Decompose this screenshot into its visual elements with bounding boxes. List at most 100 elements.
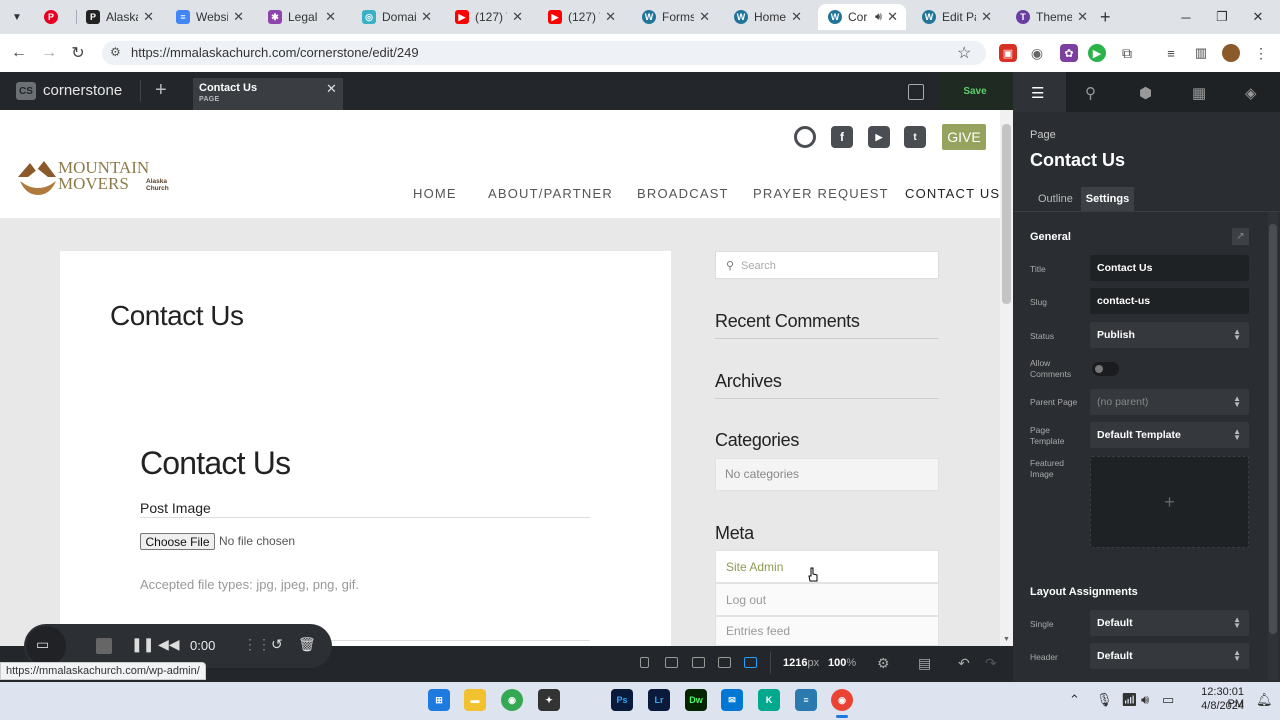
rewind-icon[interactable]: ◀◀ bbox=[158, 636, 180, 653]
url-text[interactable]: https://mmalaskachurch.com/cornerstone/e… bbox=[131, 45, 419, 60]
twitter-icon[interactable]: t bbox=[904, 126, 926, 148]
speaker-icon[interactable]: 🔊︎ bbox=[875, 11, 882, 24]
nav-broadcast[interactable]: BROADCAST bbox=[637, 186, 729, 201]
close-icon[interactable]: ✕ bbox=[605, 9, 616, 25]
tab-settings[interactable]: Settings bbox=[1081, 187, 1134, 211]
parent-page-select[interactable]: (no parent) ▲ ▼ bbox=[1090, 389, 1249, 415]
undo-icon[interactable]: ↶ bbox=[958, 655, 970, 672]
add-icon[interactable]: + bbox=[155, 79, 167, 102]
tablet-icon[interactable] bbox=[692, 657, 705, 668]
window-close-button[interactable]: ✕ bbox=[1242, 6, 1274, 28]
give-button[interactable]: GIVE bbox=[942, 124, 986, 150]
file-explorer-icon[interactable]: ▬ bbox=[464, 689, 486, 711]
extension-icon[interactable]: ▶ bbox=[1088, 44, 1106, 62]
close-icon[interactable]: ✕ bbox=[143, 9, 154, 25]
browser-tab[interactable]: W Home - ✕ bbox=[724, 4, 810, 30]
external-link-icon[interactable] bbox=[908, 84, 924, 100]
menu-icon[interactable]: ⋮ bbox=[1252, 44, 1270, 62]
stack-icon[interactable]: ◈ bbox=[1245, 84, 1257, 102]
sidebar-icon[interactable]: ▥ bbox=[1192, 44, 1210, 62]
search-icon[interactable]: ⚲ bbox=[1085, 84, 1096, 102]
forward-button[interactable]: → bbox=[38, 42, 60, 64]
photoshop-icon[interactable]: Ps bbox=[611, 689, 633, 711]
microphone-icon[interactable]: 🎙︎ bbox=[1096, 692, 1113, 708]
elements-cube-icon[interactable]: ⬢ bbox=[1139, 84, 1152, 102]
close-icon[interactable]: ✕ bbox=[699, 9, 710, 25]
browser-tab-active[interactable]: W Cor 🔊︎ ✕ bbox=[818, 4, 906, 30]
youtube-icon[interactable]: ▶ bbox=[868, 126, 890, 148]
close-icon[interactable]: ✕ bbox=[1077, 9, 1088, 25]
browser-tab[interactable]: ✱ Legal A ✕ bbox=[258, 4, 344, 30]
redo-icon[interactable]: ↷ bbox=[985, 655, 997, 672]
chevron-up-icon[interactable]: ⌃ bbox=[1069, 692, 1080, 708]
save-button[interactable]: Save bbox=[937, 72, 1013, 110]
trash-icon[interactable]: 🗑︎ bbox=[298, 636, 316, 653]
browser-tab[interactable]: ▶ (127) Tr ✕ bbox=[445, 4, 531, 30]
reload-button[interactable]: ↻ bbox=[67, 42, 89, 64]
browser-tab[interactable]: P Alaska C ✕ bbox=[76, 4, 162, 30]
zoom-level[interactable]: 100% bbox=[828, 657, 856, 669]
dreamweaver-icon[interactable]: Dw bbox=[685, 689, 707, 711]
nav-prayer-request[interactable]: PRAYER REQUEST bbox=[753, 186, 889, 201]
browser-tab[interactable]: T Theme ✕ bbox=[1006, 4, 1096, 30]
nav-about-partner[interactable]: ABOUT/PARTNER bbox=[488, 186, 613, 201]
scrollbar-thumb[interactable] bbox=[1002, 124, 1011, 304]
single-select[interactable]: Default ▲ ▼ bbox=[1090, 610, 1249, 636]
site-info-icon[interactable]: ⚙ bbox=[110, 45, 121, 59]
desktop-icon[interactable] bbox=[744, 657, 757, 668]
viewport-width[interactable]: 1216px bbox=[783, 657, 819, 669]
avatar[interactable] bbox=[1222, 44, 1240, 62]
featured-image-picker[interactable]: + bbox=[1090, 456, 1249, 548]
close-icon[interactable]: ✕ bbox=[512, 9, 523, 25]
chrome-icon[interactable]: ◉ bbox=[501, 689, 523, 711]
mail-icon[interactable]: ✉ bbox=[721, 689, 743, 711]
close-icon[interactable]: ✕ bbox=[887, 9, 898, 25]
windows-start-icon[interactable]: ⊞ bbox=[428, 689, 450, 711]
phone-portrait-icon[interactable] bbox=[640, 657, 649, 668]
scroll-down-arrow-icon[interactable]: ▼ bbox=[1003, 636, 1010, 643]
extension-icon[interactable]: ▣ bbox=[999, 44, 1017, 62]
extension-icon[interactable]: ✿ bbox=[1060, 44, 1078, 62]
layout-icon[interactable]: ▦ bbox=[1192, 84, 1206, 102]
bookmark-star-icon[interactable]: ☆ bbox=[957, 43, 971, 63]
media-icon[interactable]: ≡ bbox=[1162, 44, 1180, 62]
pause-icon[interactable]: ❚❚ bbox=[131, 636, 154, 653]
close-icon[interactable]: ✕ bbox=[325, 9, 336, 25]
notepad-icon[interactable]: ≡ bbox=[795, 689, 817, 711]
meta-link-log-out[interactable]: Log out bbox=[715, 583, 939, 616]
tab-outline[interactable]: Outline bbox=[1038, 193, 1073, 205]
scrollbar-thumb[interactable] bbox=[1269, 224, 1277, 634]
page-template-select[interactable]: Default Template ▲ ▼ bbox=[1090, 422, 1249, 448]
settings-gear-icon[interactable]: ⚙ bbox=[877, 655, 890, 672]
phone-landscape-icon[interactable] bbox=[665, 657, 678, 668]
laptop-icon[interactable] bbox=[718, 657, 731, 668]
stop-button[interactable] bbox=[96, 638, 112, 654]
close-icon[interactable]: ✕ bbox=[981, 9, 992, 25]
chrome-active-icon[interactable]: ◉ bbox=[831, 689, 853, 711]
browser-tab[interactable]: ▶ (127) Tr ✕ bbox=[538, 4, 624, 30]
camera-icon[interactable]: ◉ bbox=[1028, 44, 1046, 62]
kaspersky-icon[interactable]: K bbox=[758, 689, 780, 711]
volume-icon[interactable]: 🔊︎ bbox=[1141, 692, 1149, 708]
browser-tab[interactable]: W Edit Pa ✕ bbox=[912, 4, 1000, 30]
notification-icon[interactable]: 🔔︎ bbox=[1256, 692, 1273, 708]
title-field[interactable]: Contact Us bbox=[1090, 255, 1249, 281]
battery-icon[interactable]: ▭ bbox=[1162, 692, 1174, 708]
tab-search-button[interactable]: ▼ bbox=[8, 8, 26, 26]
meta-link-entries-feed[interactable]: Entries feed bbox=[715, 616, 939, 646]
nav-home[interactable]: HOME bbox=[413, 186, 457, 201]
grid-icon[interactable]: ⋮⋮ bbox=[243, 636, 271, 653]
puzzle-icon[interactable]: ⧉ bbox=[1118, 44, 1136, 62]
davinci-icon[interactable]: ✦ bbox=[538, 689, 560, 711]
browser-tab[interactable]: ≡ Website ✕ bbox=[166, 4, 252, 30]
restart-icon[interactable]: ↺ bbox=[271, 636, 283, 653]
back-button[interactable]: ← bbox=[8, 42, 30, 64]
browser-tab[interactable]: W Forms - ✕ bbox=[632, 4, 718, 30]
nav-contact-us[interactable]: CONTACT US bbox=[905, 186, 1000, 201]
taskbar-date[interactable]: 4/8/2024 bbox=[1186, 700, 1244, 712]
meta-link-site-admin[interactable]: Site Admin bbox=[715, 550, 939, 583]
close-icon[interactable]: ✕ bbox=[326, 81, 337, 97]
header-select[interactable]: Default ▲ ▼ bbox=[1090, 643, 1249, 669]
restore-button[interactable]: ❐ bbox=[1206, 6, 1238, 28]
close-icon[interactable]: ✕ bbox=[421, 9, 432, 25]
